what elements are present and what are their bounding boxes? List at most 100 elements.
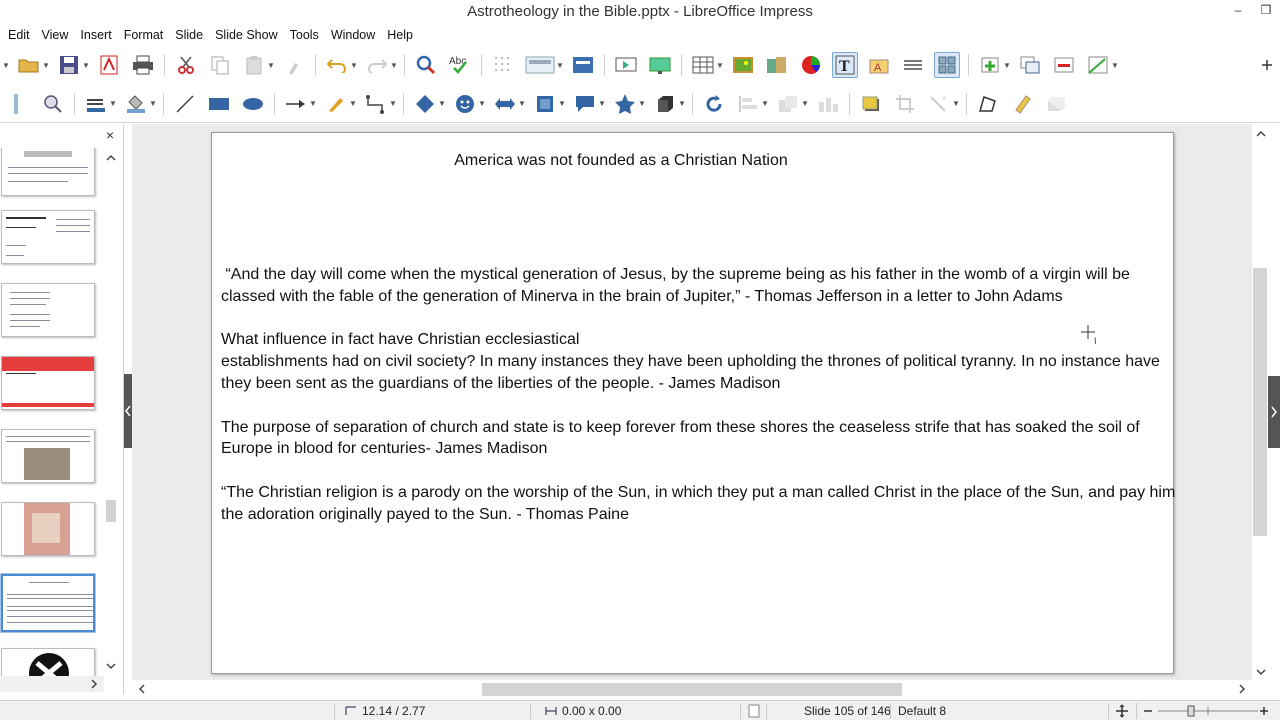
zoom-pan-icon[interactable] bbox=[40, 91, 66, 117]
undo-icon[interactable] bbox=[324, 52, 350, 78]
align-objects-dropdown-icon[interactable]: ▼ bbox=[761, 99, 769, 108]
rotate-icon[interactable] bbox=[701, 91, 727, 117]
vertical-scroll-thumb[interactable] bbox=[1253, 268, 1267, 536]
basic-shapes-dropdown-icon[interactable]: ▼ bbox=[438, 99, 446, 108]
ellipse-icon[interactable] bbox=[240, 91, 266, 117]
slide-thumbnail[interactable] bbox=[1, 502, 95, 556]
slide-thumbnail[interactable] bbox=[1, 429, 95, 483]
menu-format[interactable]: Format bbox=[118, 24, 170, 46]
glue-points-icon[interactable] bbox=[1009, 91, 1035, 117]
table-dropdown-icon[interactable]: ▼ bbox=[716, 61, 724, 70]
line-icon[interactable] bbox=[172, 91, 198, 117]
open-icon[interactable] bbox=[16, 52, 42, 78]
menu-window[interactable]: Window bbox=[325, 24, 381, 46]
new-dropdown-icon[interactable]: ▼ bbox=[2, 61, 10, 70]
line-color-dropdown-icon[interactable]: ▼ bbox=[109, 99, 117, 108]
slide-layout-icon[interactable] bbox=[1085, 52, 1111, 78]
menu-tools[interactable]: Tools bbox=[284, 24, 325, 46]
transitions-icon[interactable] bbox=[900, 52, 926, 78]
display-views-dropdown-icon[interactable]: ▼ bbox=[556, 61, 564, 70]
master-slide-name[interactable]: Default 8 bbox=[898, 704, 946, 718]
slide-thumbnail[interactable] bbox=[1, 356, 95, 410]
fill-color-icon[interactable] bbox=[123, 91, 149, 117]
menu-insert[interactable]: Insert bbox=[74, 24, 117, 46]
stars-icon[interactable] bbox=[612, 91, 638, 117]
lines-arrows-icon[interactable] bbox=[283, 91, 309, 117]
menu-slide-show[interactable]: Slide Show bbox=[209, 24, 284, 46]
panel-vertical-scrollbar[interactable] bbox=[104, 148, 118, 676]
new-slide-icon[interactable] bbox=[977, 52, 1003, 78]
horizontal-scroll-thumb[interactable] bbox=[482, 683, 902, 696]
fill-color-dropdown-icon[interactable]: ▼ bbox=[149, 99, 157, 108]
fit-slide-icon[interactable] bbox=[1114, 704, 1130, 718]
symbol-shapes-dropdown-icon[interactable]: ▼ bbox=[478, 99, 486, 108]
text-box-icon[interactable]: T bbox=[832, 52, 858, 78]
chart-icon[interactable] bbox=[798, 52, 824, 78]
3d-objects-icon[interactable] bbox=[652, 91, 678, 117]
slide-layout-dropdown-icon[interactable]: ▼ bbox=[1111, 61, 1119, 70]
redo-icon[interactable] bbox=[364, 52, 390, 78]
select-icon[interactable] bbox=[6, 91, 32, 117]
save-icon[interactable] bbox=[56, 52, 82, 78]
copy-icon[interactable] bbox=[207, 52, 233, 78]
restore-button[interactable]: ❐ bbox=[1252, 0, 1280, 22]
connectors-dropdown-icon[interactable]: ▼ bbox=[389, 99, 397, 108]
menu-edit[interactable]: Edit bbox=[2, 24, 36, 46]
align-objects-icon[interactable] bbox=[735, 91, 761, 117]
delete-slide-icon[interactable] bbox=[1051, 52, 1077, 78]
minimize-button[interactable]: ‒ bbox=[1224, 0, 1252, 22]
rectangle-icon[interactable] bbox=[206, 91, 232, 117]
close-panel-icon[interactable]: × bbox=[106, 128, 120, 142]
export-pdf-icon[interactable] bbox=[96, 52, 122, 78]
callouts-icon[interactable] bbox=[572, 91, 598, 117]
display-grid-icon[interactable] bbox=[490, 52, 516, 78]
paste-dropdown-icon[interactable]: ▼ bbox=[267, 61, 275, 70]
slide-title[interactable]: America was not founded as a Christian N… bbox=[211, 152, 1031, 170]
fontwork-icon[interactable]: A bbox=[866, 52, 892, 78]
save-dropdown-icon[interactable]: ▼ bbox=[82, 61, 90, 70]
start-from-first-icon[interactable] bbox=[613, 52, 639, 78]
find-replace-icon[interactable] bbox=[413, 52, 439, 78]
print-icon[interactable] bbox=[130, 52, 156, 78]
slide-thumbnail[interactable] bbox=[1, 148, 95, 196]
callouts-dropdown-icon[interactable]: ▼ bbox=[598, 99, 606, 108]
3d-objects-dropdown-icon[interactable]: ▼ bbox=[678, 99, 686, 108]
arrange-dropdown-icon[interactable]: ▼ bbox=[801, 99, 809, 108]
block-arrows-dropdown-icon[interactable]: ▼ bbox=[518, 99, 526, 108]
panel-collapse-handle[interactable] bbox=[124, 374, 132, 448]
new-slide-dropdown-icon[interactable]: ▼ bbox=[1003, 61, 1011, 70]
shadow-icon[interactable] bbox=[858, 91, 884, 117]
slide-thumbnail[interactable] bbox=[1, 210, 95, 264]
filter-icon[interactable] bbox=[926, 91, 952, 117]
toggle-extrusion-icon[interactable] bbox=[1043, 91, 1069, 117]
media-icon[interactable] bbox=[764, 52, 790, 78]
arrange-icon[interactable] bbox=[775, 91, 801, 117]
document-modified-icon[interactable] bbox=[748, 704, 760, 718]
curves-icon[interactable] bbox=[323, 91, 349, 117]
undo-dropdown-icon[interactable]: ▼ bbox=[350, 61, 358, 70]
menu-view[interactable]: View bbox=[36, 24, 75, 46]
menu-help[interactable]: Help bbox=[381, 24, 419, 46]
duplicate-slide-icon[interactable] bbox=[1017, 52, 1043, 78]
cut-icon[interactable] bbox=[173, 52, 199, 78]
image-icon[interactable] bbox=[730, 52, 756, 78]
flowchart-dropdown-icon[interactable]: ▼ bbox=[558, 99, 566, 108]
paste-icon[interactable] bbox=[241, 52, 267, 78]
spelling-icon[interactable]: Abc bbox=[447, 52, 473, 78]
filter-dropdown-icon[interactable]: ▼ bbox=[952, 99, 960, 108]
distribute-icon[interactable] bbox=[815, 91, 841, 117]
sidebar-collapse-handle[interactable] bbox=[1268, 376, 1280, 448]
clone-formatting-icon[interactable] bbox=[281, 52, 307, 78]
points-icon[interactable] bbox=[975, 91, 1001, 117]
table-icon[interactable] bbox=[690, 52, 716, 78]
master-slide-icon[interactable] bbox=[570, 52, 596, 78]
display-views-icon[interactable] bbox=[524, 52, 556, 78]
curves-dropdown-icon[interactable]: ▼ bbox=[349, 99, 357, 108]
slide-thumbnail[interactable] bbox=[1, 283, 95, 337]
lines-arrows-dropdown-icon[interactable]: ▼ bbox=[309, 99, 317, 108]
start-from-current-icon[interactable] bbox=[647, 52, 673, 78]
slide-thumbnail-current[interactable] bbox=[1, 574, 95, 632]
open-dropdown-icon[interactable]: ▼ bbox=[42, 61, 50, 70]
panel-horizontal-scrollbar[interactable] bbox=[0, 676, 104, 692]
redo-dropdown-icon[interactable]: ▼ bbox=[390, 61, 398, 70]
